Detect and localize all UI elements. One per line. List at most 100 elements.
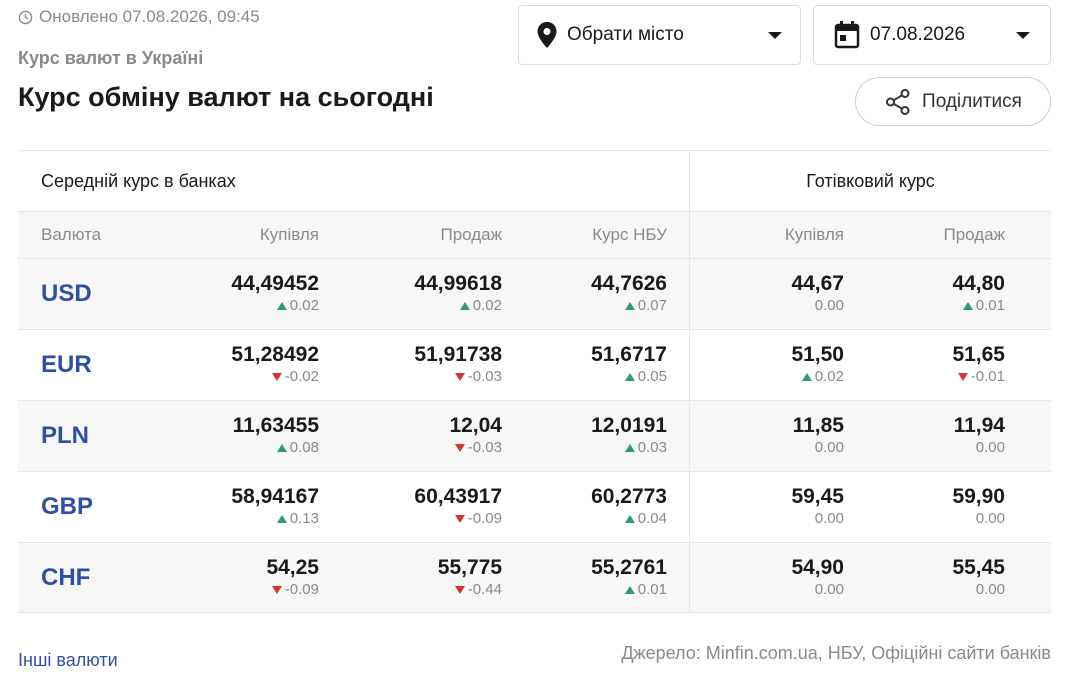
rate-value: 55,2761 (591, 555, 667, 579)
rate-value: 54,25 (266, 555, 319, 579)
currency-code-link[interactable]: PLN (41, 401, 143, 471)
nbu-rate-cell: 60,2773 0.04 (502, 472, 667, 542)
rate-change: 0.00 (976, 509, 1005, 529)
group-cash-rate: Готівковий курс (806, 170, 935, 191)
rate-change: -0.44 (454, 580, 502, 600)
rate-change-value: 0.13 (289, 510, 319, 527)
arrow-up-icon (962, 302, 973, 310)
updated-text: Оновлено 07.08.2026, 09:45 (39, 7, 260, 26)
column-header-bank-sell: Продаж (440, 225, 502, 244)
arrow-down-icon (957, 373, 968, 381)
table-row: EUR 51,28492 -0.02 51,91738 -0.03 51,6717 0.05… (18, 329, 1051, 400)
arrow-down-icon (454, 373, 465, 381)
chevron-down-icon (1016, 31, 1030, 39)
table-column-header: Валюта Купівля Продаж Курс НБУ Купівля П… (18, 211, 1051, 258)
currency-code-link[interactable]: GBP (41, 472, 143, 542)
column-separator (667, 259, 690, 329)
exchange-rates-table: Середній курс в банках Готівковий курс В… (18, 150, 1051, 613)
rate-change: 0.01 (624, 580, 667, 600)
rate-value: 44,80 (952, 272, 1005, 295)
rate-change: 0.07 (624, 296, 667, 316)
date-select-label: 07.08.2026 (870, 24, 966, 45)
bank-buy-cell: 51,28492 -0.02 (143, 330, 319, 400)
data-source: Джерело: Minfin.com.ua, НБУ, Офіційні са… (621, 643, 1051, 663)
rate-value: 59,90 (952, 485, 1005, 508)
column-separator (667, 543, 690, 612)
currency-code-link[interactable]: USD (41, 259, 143, 329)
rate-change-value: -0.09 (284, 580, 319, 598)
rate-change-value: 0.05 (637, 368, 667, 385)
arrow-up-icon (624, 444, 635, 452)
currency-code-link[interactable]: CHF (41, 543, 143, 612)
rate-change: 0.03 (624, 438, 667, 458)
table-row: CHF 54,25 -0.09 55,775 -0.44 55,2761 0.01 54,90… (18, 542, 1051, 613)
bank-sell-cell: 60,43917 -0.09 (319, 472, 502, 542)
rate-change-value: 0.02 (472, 297, 502, 314)
rate-change: 0.08 (276, 438, 319, 458)
share-button-label: Поділитися (922, 90, 1022, 112)
cash-buy-cell: 44,67 0.00 (690, 259, 844, 329)
city-select[interactable]: Обрати місто (518, 5, 801, 65)
rate-change-value: 0.01 (975, 297, 1005, 314)
rate-change-value: 0.00 (814, 439, 844, 456)
rate-value: 12,0191 (591, 414, 667, 437)
column-header-nbu: Курс НБУ (592, 225, 667, 244)
arrow-up-icon (624, 373, 635, 381)
date-select[interactable]: 07.08.2026 (813, 5, 1051, 65)
page-title: Курс обміну валют на сьогодні (18, 82, 434, 112)
group-banks-average: Середній курс в банках (18, 151, 690, 211)
location-pin-icon (537, 22, 557, 48)
rate-change: -0.01 (957, 367, 1005, 387)
rate-value: 55,775 (437, 555, 502, 579)
rate-value: 44,67 (791, 272, 844, 295)
rate-change: 0.00 (815, 296, 844, 316)
rate-change: 0.00 (815, 580, 844, 600)
cash-buy-cell: 11,85 0.00 (690, 401, 844, 471)
rate-value: 51,50 (791, 343, 844, 366)
nbu-rate-cell: 12,0191 0.03 (502, 401, 667, 471)
column-separator (667, 330, 690, 400)
arrow-down-icon (454, 585, 465, 594)
rate-change: 0.00 (815, 438, 844, 458)
rate-change-value: -0.02 (284, 368, 319, 385)
share-button[interactable]: Поділитися (855, 77, 1051, 126)
rate-change-value: 0.00 (975, 510, 1005, 527)
rate-change: -0.09 (454, 509, 502, 529)
arrow-up-icon (459, 302, 470, 310)
arrow-up-icon (276, 515, 287, 523)
nbu-rate-cell: 51,6717 0.05 (502, 330, 667, 400)
rate-change-value: -0.03 (467, 439, 502, 456)
nbu-rate-cell: 55,2761 0.01 (502, 543, 667, 612)
arrow-up-icon (624, 585, 635, 594)
rate-change: -0.02 (271, 367, 319, 387)
bank-buy-cell: 58,94167 0.13 (143, 472, 319, 542)
calendar-icon (834, 21, 860, 49)
arrow-down-icon (271, 373, 282, 381)
rate-change: -0.03 (454, 438, 502, 458)
arrow-up-icon (624, 302, 635, 310)
table-group-header: Середній курс в банках Готівковий курс (18, 150, 1051, 211)
currency-cell: EUR (18, 330, 143, 400)
rate-change: 0.00 (976, 580, 1005, 600)
currency-code-link[interactable]: EUR (41, 330, 143, 400)
column-separator (667, 212, 690, 258)
rate-change: 0.13 (276, 509, 319, 529)
column-header-currency: Валюта (41, 225, 102, 244)
rate-change-value: 0.03 (637, 439, 667, 456)
rate-value: 60,43917 (414, 485, 502, 508)
other-currencies-link[interactable]: Інші валюти (18, 650, 118, 671)
currency-cell: USD (18, 259, 143, 329)
rate-change-value: 0.00 (975, 439, 1005, 456)
rate-change: 0.02 (459, 296, 502, 316)
rate-value: 60,2773 (591, 485, 667, 508)
city-select-label: Обрати місто (567, 24, 684, 45)
rate-value: 11,94 (953, 414, 1005, 437)
arrow-down-icon (454, 515, 465, 523)
rate-change-value: -0.44 (467, 580, 502, 598)
rate-change-value: 0.00 (814, 297, 844, 314)
rate-value: 51,6717 (591, 343, 667, 366)
arrow-down-icon (454, 444, 465, 452)
column-separator (667, 401, 690, 471)
currency-cell: PLN (18, 401, 143, 471)
bank-buy-cell: 54,25 -0.09 (143, 543, 319, 612)
